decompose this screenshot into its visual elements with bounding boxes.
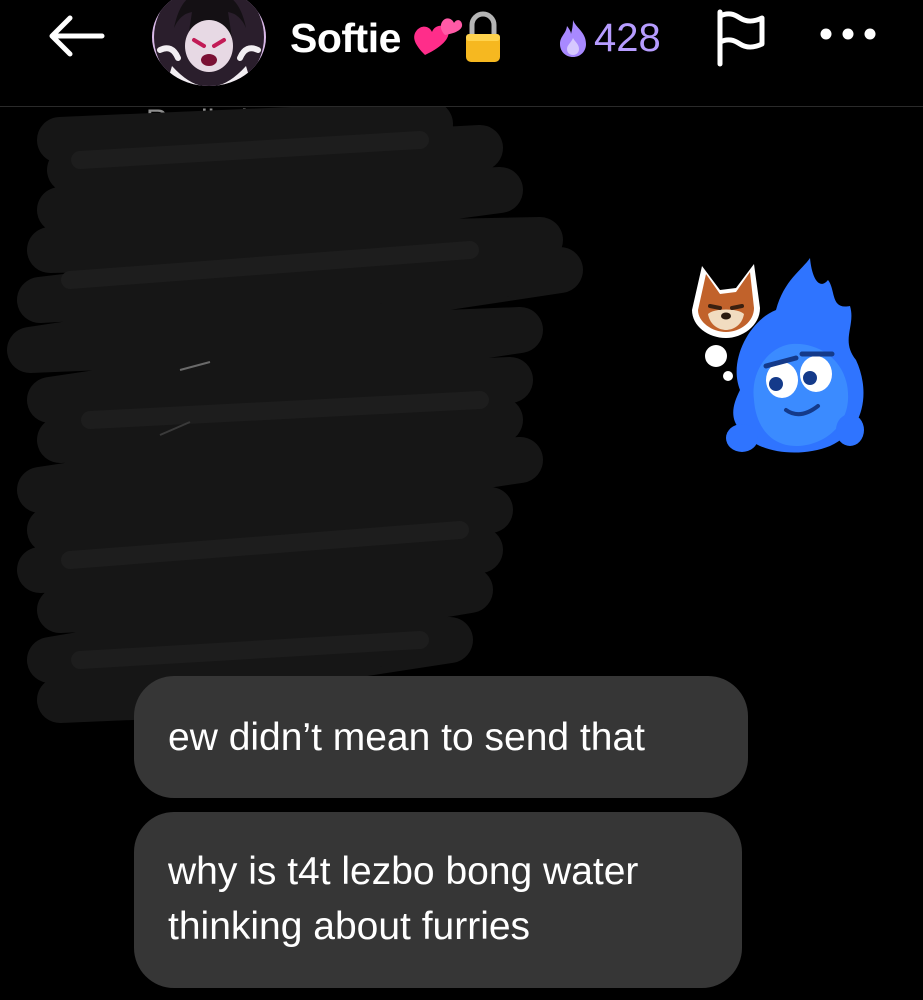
more-horizontal-icon (820, 28, 876, 40)
scribbled-out-message (7, 101, 583, 723)
arrow-left-icon (49, 15, 105, 57)
message-text-line: why is t4t lezbo bong water (168, 850, 639, 893)
message-bubble[interactable]: ew didn’t mean to send that (134, 676, 748, 798)
avatar-image (154, 0, 264, 86)
thinking-blue-fire-sticker (692, 258, 864, 453)
message-bubble[interactable]: why is t4t lezbo bong water thinking abo… (134, 812, 742, 988)
chat-header: Softie 428 (0, 0, 923, 107)
streak-count: 428 (594, 15, 661, 60)
flame-icon (560, 20, 586, 57)
chat-title[interactable]: Softie (290, 10, 503, 66)
sticker-message[interactable] (680, 250, 880, 470)
message-text-line: thinking about furries (168, 905, 531, 948)
message-text: ew didn’t mean to send that (168, 715, 645, 759)
two-hearts-emoji-icon (414, 18, 463, 55)
streak-badge[interactable]: 428 (556, 10, 661, 66)
lock-emoji-icon (465, 11, 500, 62)
avatar[interactable] (152, 0, 266, 86)
flag-icon (717, 9, 765, 67)
report-button[interactable] (708, 6, 770, 68)
back-button[interactable] (44, 10, 108, 62)
more-options-button[interactable] (816, 14, 880, 54)
contact-name: Softie (290, 14, 401, 61)
